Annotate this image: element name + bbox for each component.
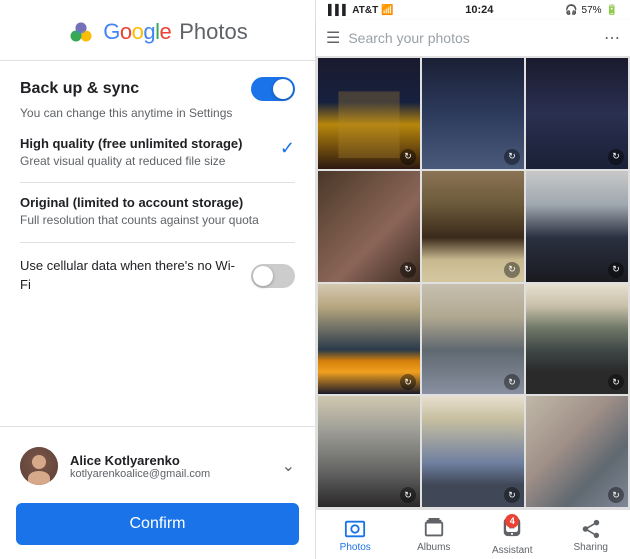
original-desc: Full resolution that counts against your… xyxy=(20,212,295,229)
settings-section: Back up & sync You can change this anyti… xyxy=(0,61,315,426)
assistant-badge: 4 xyxy=(505,514,519,528)
sync-icon: ↻ xyxy=(504,487,520,503)
sync-icon: ↻ xyxy=(608,374,624,390)
toggle-thumb xyxy=(273,79,293,99)
logo-area: Google Photos xyxy=(0,0,315,60)
more-options-icon[interactable]: ⋯ xyxy=(604,28,620,48)
status-right: 🎧 57% 🔋 xyxy=(565,5,618,16)
original-option[interactable]: Original (limited to account storage) Fu… xyxy=(20,195,295,244)
cellular-toggle-thumb xyxy=(253,266,273,286)
sync-icon: ↻ xyxy=(400,374,416,390)
battery-icon: 🔋 xyxy=(606,5,618,16)
divider-account xyxy=(0,426,315,427)
photo-cell[interactable]: ↻ xyxy=(318,396,420,507)
search-input[interactable]: Search your photos xyxy=(348,30,596,46)
photos-wordmark: Photos xyxy=(179,19,248,45)
high-quality-text: High quality (free unlimited storage) Gr… xyxy=(20,136,242,170)
albums-nav-icon xyxy=(423,518,445,540)
photos-nav-icon xyxy=(344,518,366,540)
sync-icon: ↻ xyxy=(400,149,416,165)
battery-percent: 57% xyxy=(582,5,602,16)
photo-cell[interactable]: ↻ xyxy=(318,58,420,169)
avatar-image xyxy=(20,447,58,485)
backup-subtitle: You can change this anytime in Settings xyxy=(20,105,295,122)
photos-nav-label: Photos xyxy=(340,542,371,553)
sharing-nav-label: Sharing xyxy=(574,542,608,553)
photo-cell[interactable]: ↻ xyxy=(526,396,628,507)
photo-cell[interactable]: ↻ xyxy=(526,171,628,282)
account-info: Alice Kotlyarenko kotlyarenkoalice@gmail… xyxy=(70,453,270,480)
photo-cell[interactable]: ↻ xyxy=(422,58,524,169)
cellular-toggle-track xyxy=(251,264,295,288)
backup-sync-toggle[interactable] xyxy=(251,77,295,101)
sync-icon: ↻ xyxy=(504,374,520,390)
avatar-face xyxy=(32,455,46,469)
nav-item-sharing[interactable]: Sharing xyxy=(566,518,616,553)
chevron-down-icon: ⌄ xyxy=(282,456,295,476)
headphones-icon: 🎧 xyxy=(565,5,577,16)
nav-item-assistant[interactable]: 4 Assistant xyxy=(487,516,537,556)
signal-bars: ▌▌▌ xyxy=(328,5,349,16)
status-signal: ▌▌▌ AT&T 📶 xyxy=(328,5,394,16)
toggle-track xyxy=(251,77,295,101)
high-quality-option[interactable]: High quality (free unlimited storage) Gr… xyxy=(20,136,295,183)
high-quality-desc: Great visual quality at reduced file siz… xyxy=(20,153,242,170)
nav-item-albums[interactable]: Albums xyxy=(409,518,459,553)
photo-cell[interactable]: ↻ xyxy=(526,284,628,395)
sync-icon: ↻ xyxy=(400,262,416,278)
high-quality-checkmark: ✓ xyxy=(280,138,295,159)
hamburger-icon[interactable]: ☰ xyxy=(326,28,340,48)
sync-icon: ↻ xyxy=(608,262,624,278)
sharing-nav-icon xyxy=(580,518,602,540)
carrier-name: AT&T xyxy=(352,5,378,16)
bottom-nav: Photos Albums 4 Assistant Sharing xyxy=(316,509,630,559)
high-quality-title: High quality (free unlimited storage) xyxy=(20,136,242,151)
nav-item-photos[interactable]: Photos xyxy=(330,518,380,553)
photo-cell[interactable]: ↻ xyxy=(422,284,524,395)
sync-icon: ↻ xyxy=(504,262,520,278)
cellular-data-row: Use cellular data when there's no Wi-Fi xyxy=(20,257,295,293)
photos-logo-icon xyxy=(67,18,95,46)
confirm-button[interactable]: Confirm xyxy=(16,503,299,545)
cellular-text: Use cellular data when there's no Wi-Fi xyxy=(20,257,240,293)
backup-sync-row: Back up & sync xyxy=(20,77,295,101)
search-bar: ☰ Search your photos ⋯ xyxy=(316,20,630,56)
original-title: Original (limited to account storage) xyxy=(20,195,295,210)
status-time: 10:24 xyxy=(465,4,493,16)
assistant-nav-label: Assistant xyxy=(492,545,533,556)
account-row[interactable]: Alice Kotlyarenko kotlyarenkoalice@gmail… xyxy=(0,437,315,495)
photos-grid: ↻ ↻ ↻ ↻ ↻ ↻ ↻ ↻ ↻ ↻ ↻ ↻ xyxy=(316,56,630,509)
sync-icon: ↻ xyxy=(504,149,520,165)
albums-nav-label: Albums xyxy=(417,542,450,553)
account-name: Alice Kotlyarenko xyxy=(70,453,270,468)
avatar xyxy=(20,447,58,485)
phone-status-bar: ▌▌▌ AT&T 📶 10:24 🎧 57% 🔋 xyxy=(316,0,630,20)
right-panel: ▌▌▌ AT&T 📶 10:24 🎧 57% 🔋 ☰ Search your p… xyxy=(315,0,630,559)
photo-cell[interactable]: ↻ xyxy=(422,396,524,507)
backup-sync-title: Back up & sync xyxy=(20,80,139,98)
wifi-icon: 📶 xyxy=(381,5,393,16)
assistant-icon-container: 4 xyxy=(501,516,523,543)
photo-cell[interactable]: ↻ xyxy=(422,171,524,282)
sync-icon: ↻ xyxy=(608,149,624,165)
avatar-body xyxy=(28,471,50,485)
sync-icon: ↻ xyxy=(608,487,624,503)
photo-cell[interactable]: ↻ xyxy=(526,58,628,169)
left-panel: Google Photos Back up & sync You can cha… xyxy=(0,0,315,559)
photo-cell[interactable]: ↻ xyxy=(318,284,420,395)
cellular-toggle[interactable] xyxy=(251,264,295,288)
google-wordmark: Google xyxy=(103,19,171,45)
photo-cell[interactable]: ↻ xyxy=(318,171,420,282)
account-email: kotlyarenkoalice@gmail.com xyxy=(70,468,270,480)
sync-icon: ↻ xyxy=(400,487,416,503)
